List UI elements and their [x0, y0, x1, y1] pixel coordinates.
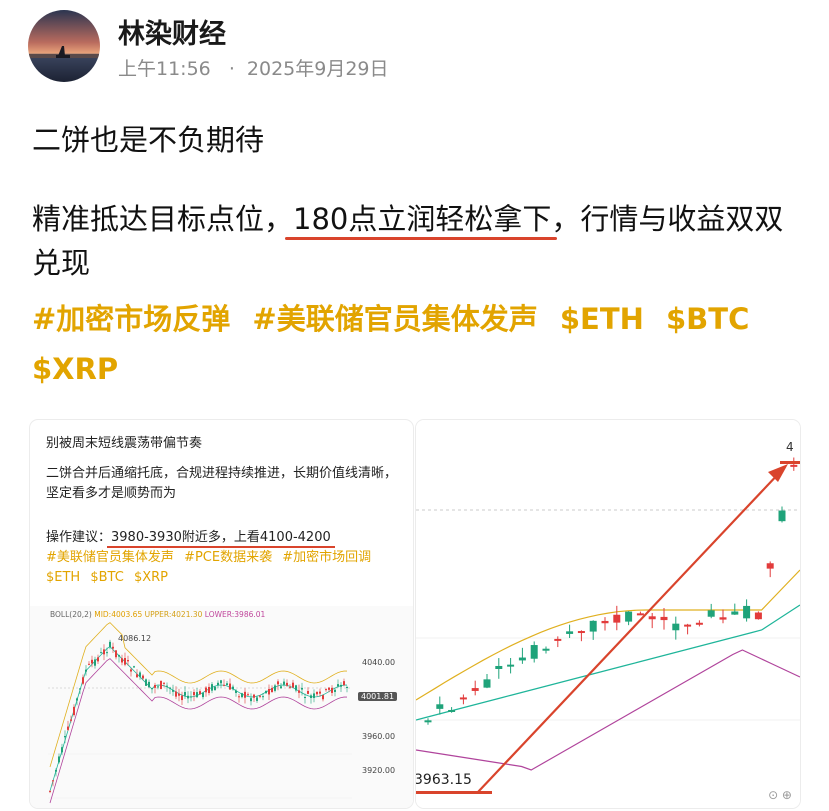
post-line-1: 二饼也是不负期待 [32, 123, 265, 157]
image-card-right[interactable]: 4 3963.15 ⊙ ⊕ [416, 420, 800, 808]
card-tags: #美联储官员集体发声 #PCE数据来袭 #加密市场回调 $ETH $BTC $X… [46, 548, 406, 588]
boll-mid: MID:4003.65 [94, 610, 143, 619]
boll-upper: UPPER:4021.30 [144, 610, 203, 619]
post-tags: #加密市场反弹 #美联储官员集体发声 $ETH $BTC $XRP [32, 294, 792, 394]
mini-candle [160, 680, 162, 690]
boll-lower: LOWER:3986.01 [204, 610, 266, 619]
card-title: 别被周末短线震荡带偏节奏 [46, 436, 203, 451]
card-hashtag: #加密市场回调 [282, 550, 372, 565]
price-level: 3920.00 [362, 766, 396, 775]
hashtag-link[interactable]: #美联储官员集体发声 [252, 302, 537, 336]
boll-indicator: BOLL(20,2) MID:4003.65 UPPER:4021.30 LOW… [50, 610, 265, 619]
mini-candlestick-chart [30, 606, 413, 808]
card-cashtag: $ETH [46, 570, 81, 585]
cashtag-link[interactable]: $XRP [32, 352, 118, 386]
high-label: 4086.12 [118, 634, 152, 643]
post-date: 2025年9月29日 [246, 58, 389, 80]
hashtag-link[interactable]: #加密市场反弹 [32, 302, 230, 336]
chart-tools-icon[interactable]: ⊙ ⊕ [768, 788, 792, 802]
price-level: 3960.00 [362, 732, 396, 741]
post-header: 林染财经 上午11:56 · 2025年9月29日 [28, 6, 808, 86]
post-line-2-highlight: 180点立润轻松拿下 [293, 202, 552, 236]
boll-name: BOLL(20,2) [50, 610, 92, 619]
cashtag-link[interactable]: $BTC [666, 302, 749, 336]
post-meta: 上午11:56 · 2025年9月29日 [118, 54, 389, 81]
operation-prefix: 操作建议： [46, 530, 112, 545]
card-operation: 操作建议：3980-3930附近多，上看4100-4200 [46, 526, 331, 545]
card-cashtag: $BTC [90, 570, 124, 585]
mini-candle [145, 678, 147, 686]
current-price-tag: 4001.81 [358, 692, 398, 701]
card-hashtag: #美联储官员集体发声 [46, 550, 174, 565]
post-line-2: 精准抵达目标点位，180点立润轻松拿下，行情与收益双双兑现 [32, 197, 802, 285]
top-underline [780, 461, 800, 464]
post-line-2-pre: 精准抵达目标点位， [32, 202, 294, 236]
meta-separator: · [228, 58, 235, 80]
low-underline [416, 791, 492, 794]
cashtag-link[interactable]: $ETH [560, 302, 644, 336]
author-name[interactable]: 林染财经 [118, 12, 226, 51]
card-hashtag: #PCE数据来袭 [184, 550, 273, 565]
card-cashtag: $XRP [133, 570, 168, 585]
low-price-label: 3963.15 [416, 772, 472, 788]
post-time: 上午11:56 [118, 58, 211, 80]
avatar[interactable] [28, 10, 100, 82]
candle [754, 611, 762, 620]
operation-range: 3980-3930附近多，上看4100-4200 [111, 530, 331, 545]
card-body: 二饼合并后通缩托底，合规进程持续推进，长期价值线清晰，坚定看多才是顺势而为 [46, 466, 398, 501]
top-price-label: 4 [786, 440, 794, 454]
candlestick-chart [416, 420, 800, 808]
image-card-left[interactable]: 别被周末短线震荡带偏节奏 二饼合并后通缩托底，合规进程持续推进，长期价值线清晰，… [30, 420, 413, 808]
price-level: 4040.00 [362, 658, 396, 667]
